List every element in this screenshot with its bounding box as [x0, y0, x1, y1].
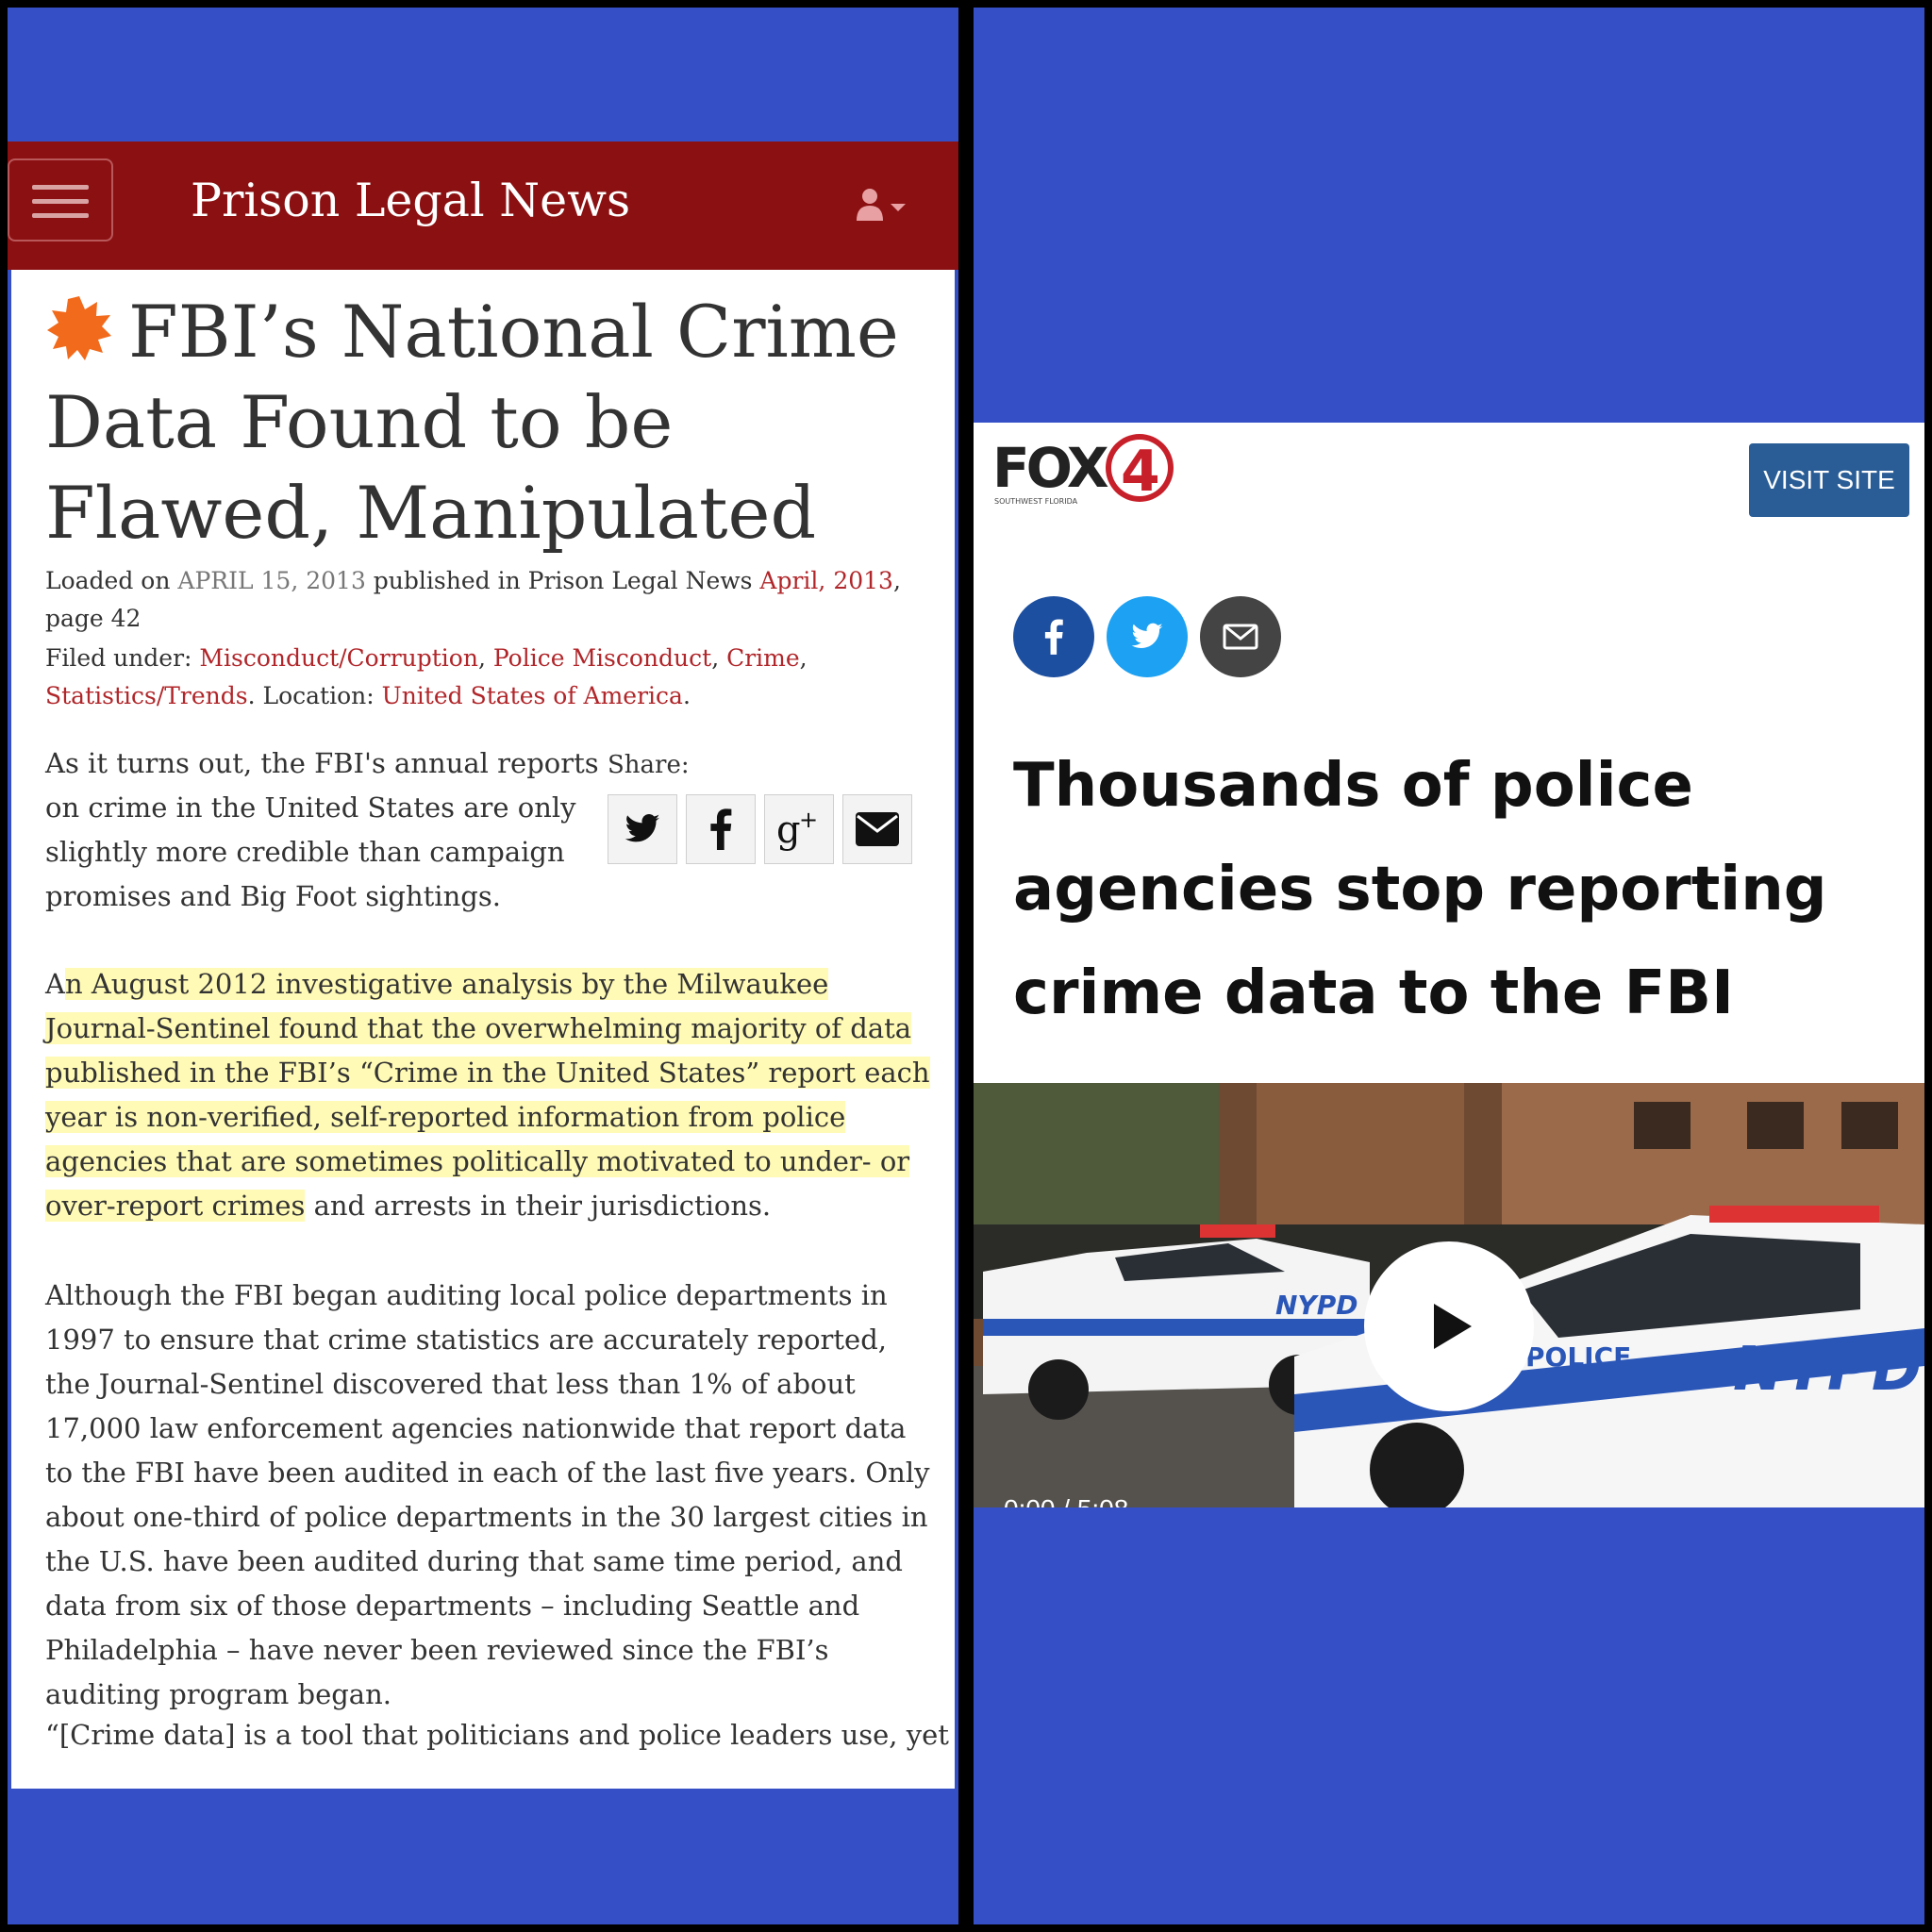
twitter-icon	[1131, 623, 1163, 649]
google-plus-share-button[interactable]: g +	[764, 794, 834, 864]
email-icon	[1223, 624, 1258, 650]
video-player[interactable]: NYPD POLICE NYPD 0:00 / 5:08	[974, 1083, 1924, 1507]
email-share-button[interactable]	[842, 794, 912, 864]
left-screenshot-panel: Prison Legal News FBI’s National Crime D…	[8, 8, 958, 1924]
svg-text:+: +	[799, 807, 818, 833]
highlighted-paragraph: An August 2012 investigative analysis by…	[45, 968, 930, 1222]
article-meta: Loaded on APRIL 15, 2013 published in Pr…	[45, 567, 901, 632]
logo-text: FOX	[992, 436, 1108, 500]
article-content: Thousands of police agencies stop report…	[974, 536, 1924, 1083]
site-brand[interactable]: Prison Legal News	[191, 174, 630, 227]
fox4-logo[interactable]: FOX 4 SOUTHWEST FLORIDA	[991, 432, 1189, 508]
issue-link[interactable]: April, 2013	[759, 567, 893, 594]
right-screenshot-panel: FOX 4 SOUTHWEST FLORIDA VISIT SITE Thous…	[974, 8, 1924, 1924]
police-label: POLICE	[1525, 1341, 1631, 1373]
share-label: Share:	[608, 751, 690, 779]
facebook-icon	[710, 808, 732, 850]
logo-subtitle: SOUTHWEST FLORIDA	[994, 497, 1078, 506]
facebook-icon	[1044, 619, 1063, 655]
article-body: FBI’s National Crime Data Found to be Fl…	[11, 270, 955, 1789]
loaded-date: APRIL 15, 2013	[177, 567, 366, 594]
tag-link[interactable]: Police Misconduct	[493, 644, 711, 672]
site-header: Prison Legal News	[8, 142, 958, 270]
fox4-header: FOX 4 SOUTHWEST FLORIDA VISIT SITE	[974, 423, 1924, 536]
article-headline: FBI’s National Crime Data Found to be Fl…	[45, 290, 899, 555]
tag-link[interactable]: Crime	[726, 644, 800, 672]
google-plus-icon: g+	[776, 807, 818, 852]
facebook-share-button[interactable]	[1013, 596, 1094, 677]
email-share-button[interactable]	[1200, 596, 1281, 677]
logo-number: 4	[1121, 439, 1160, 505]
play-icon	[1434, 1304, 1472, 1349]
twitter-icon	[625, 814, 660, 842]
twitter-share-button[interactable]	[1107, 596, 1188, 677]
tag-link[interactable]: Misconduct/Corruption	[199, 644, 478, 672]
car-label-right: NYPD	[1733, 1335, 1922, 1405]
car-label-left: NYPD	[1275, 1290, 1357, 1321]
intro-paragraph: As it turns out, the FBI's annual report…	[45, 747, 599, 912]
video-time: 0:00 / 5:08	[1004, 1494, 1128, 1507]
email-icon	[856, 812, 899, 846]
svg-text:g: g	[776, 808, 801, 852]
hamburger-menu-button[interactable]	[8, 158, 113, 242]
audit-paragraph: Although the FBI began auditing local po…	[45, 1279, 930, 1710]
visit-site-button[interactable]: VISIT SITE	[1749, 443, 1909, 517]
location-link[interactable]: United States of America	[382, 682, 683, 709]
article-categories: Filed under: Misconduct/Corruption, Poli…	[45, 644, 808, 709]
user-menu-icon[interactable]	[857, 187, 913, 225]
article-title: Thousands of police agencies stop report…	[1013, 751, 1827, 1028]
starburst-icon	[47, 296, 111, 360]
tag-link[interactable]: Statistics/Trends	[45, 682, 248, 709]
twitter-share-button[interactable]	[608, 794, 677, 864]
play-button[interactable]	[1364, 1241, 1534, 1411]
facebook-share-button[interactable]	[686, 794, 756, 864]
highlighted-text: n August 2012 investigative analysis by …	[45, 968, 930, 1222]
quote-paragraph: “[Crime data] is a tool that politicians…	[45, 1719, 949, 1751]
